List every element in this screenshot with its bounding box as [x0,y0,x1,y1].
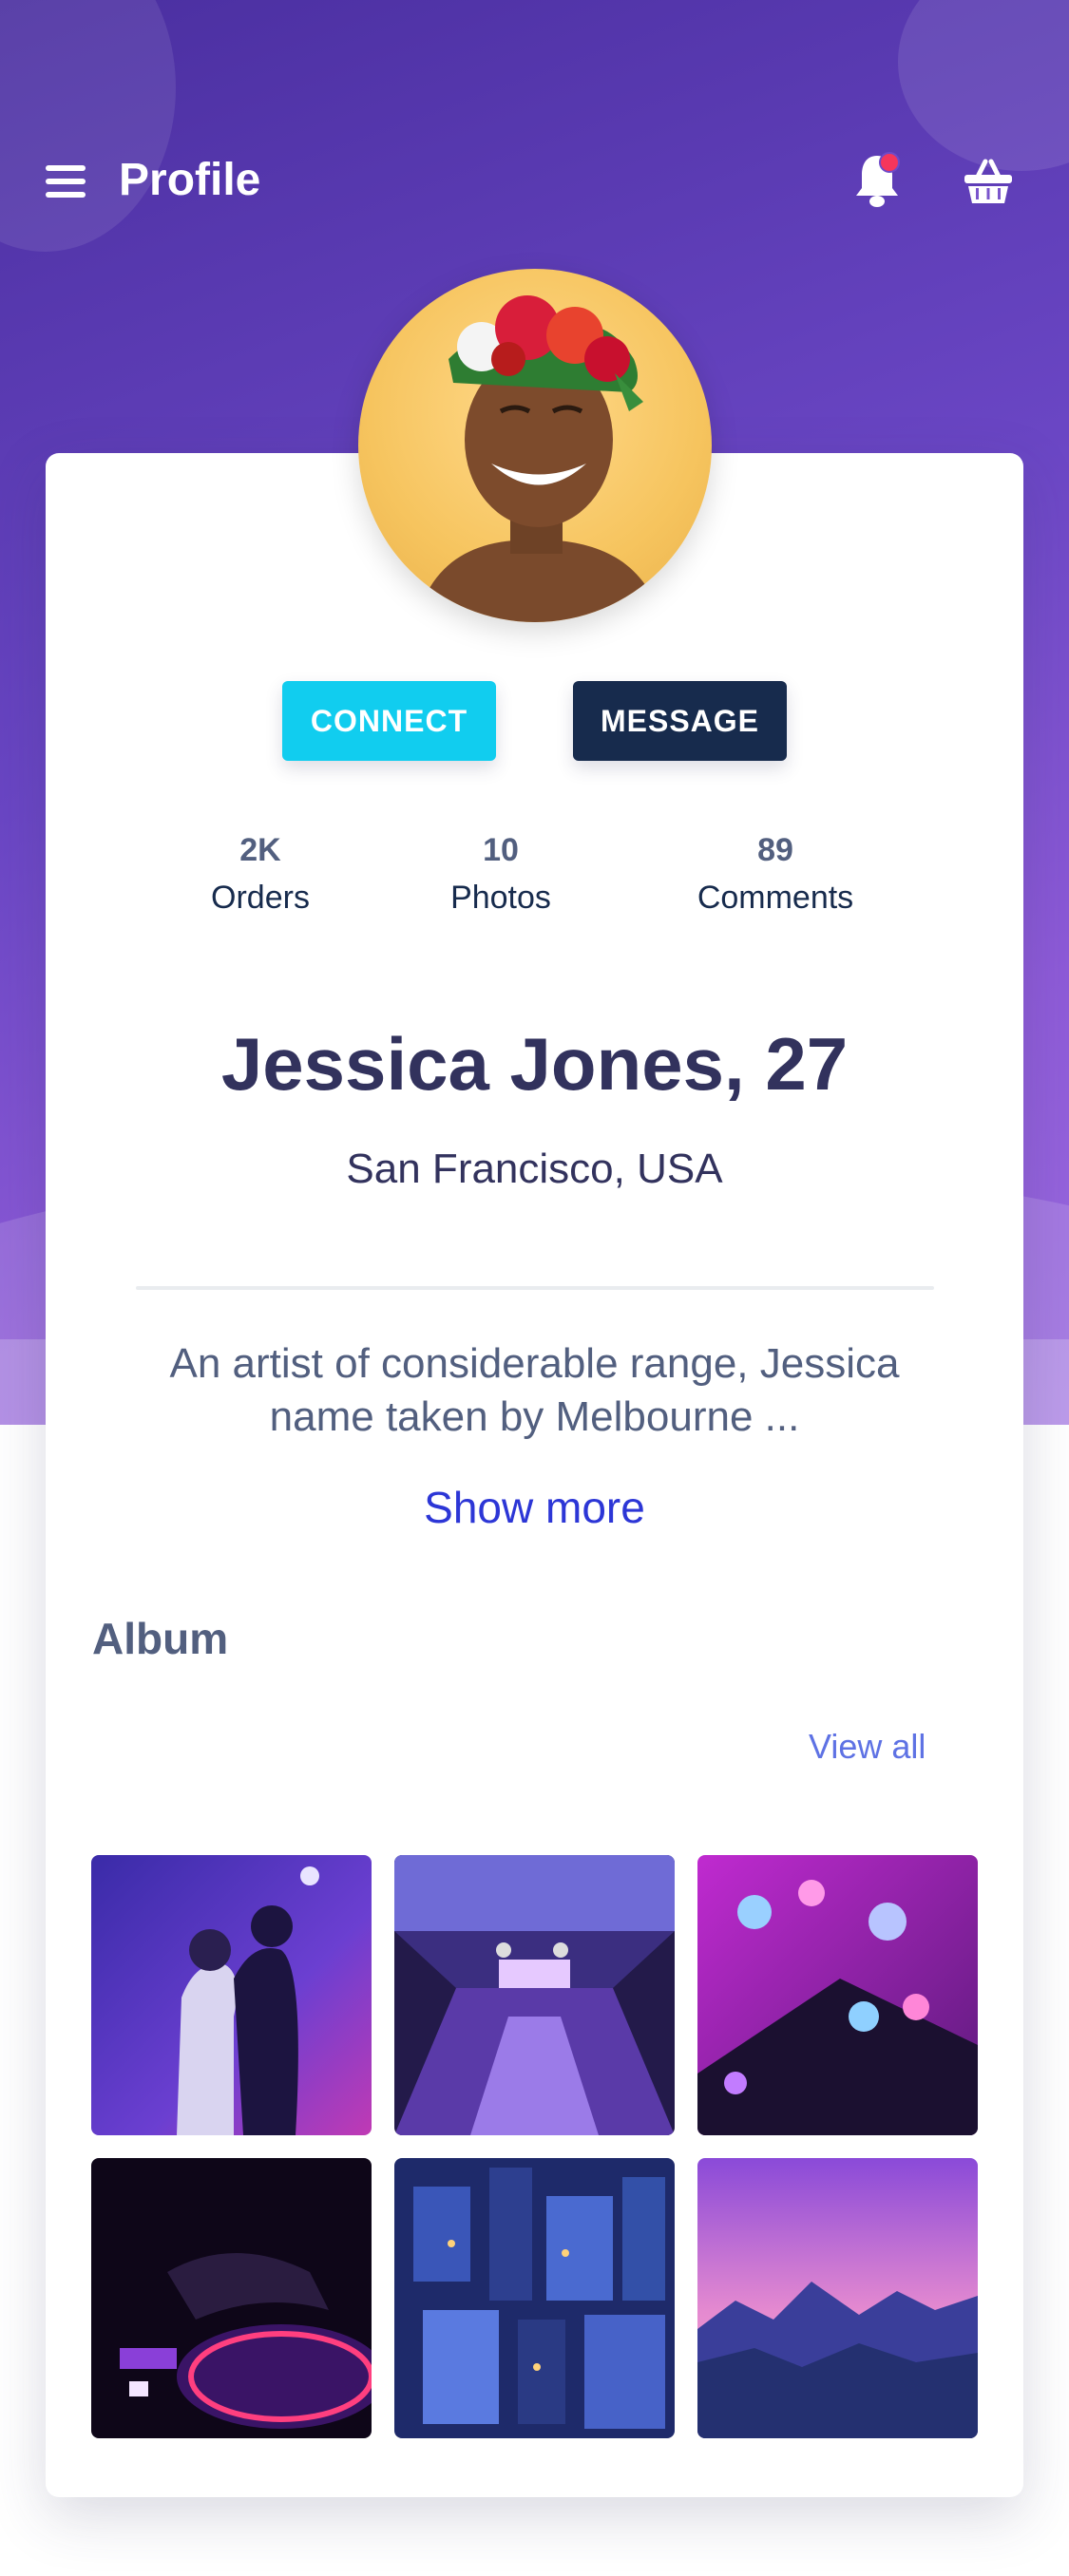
stat-value: 10 [483,832,519,868]
album-title: Album [92,1614,229,1663]
bio-line: name taken by Melbourne ... [269,1393,800,1440]
basket-icon[interactable] [963,156,1014,207]
stat-label: Photos [450,880,551,916]
stat-value: 89 [757,832,793,868]
album-photo[interactable] [91,1855,372,2135]
album-photo[interactable] [394,1855,675,2135]
profile-bio: An artist of considerable range, Jessica… [114,1337,955,1444]
album-photo[interactable] [697,1855,978,2135]
stat-photos: 10 Photos [396,829,605,924]
show-more-link[interactable]: Show more [0,1482,1069,1533]
message-button[interactable]: MESSAGE [573,681,787,761]
album-photo[interactable] [394,2158,675,2438]
bio-line: An artist of considerable range, Jessica [169,1340,900,1387]
profile-location: San Francisco, USA [346,1146,723,1192]
profile-name: Jessica Jones, 27 [220,1022,849,1106]
stat-value: 2K [239,832,281,868]
album-photo[interactable] [91,2158,372,2438]
avatar [358,269,712,622]
menu-icon[interactable] [46,165,86,198]
divider [136,1286,934,1290]
stat-orders: 2K Orders [156,829,365,924]
album-photo[interactable] [697,2158,978,2438]
stat-label: Comments [697,880,854,916]
connect-button[interactable]: CONNECT [282,681,496,761]
stat-label: Orders [211,880,310,916]
stat-comments: 89 Comments [671,829,880,924]
page-title: Profile [119,155,261,205]
notification-dot [879,152,900,173]
top-bar: Profile [0,142,1069,218]
view-all-link[interactable]: View all [809,1727,926,1767]
